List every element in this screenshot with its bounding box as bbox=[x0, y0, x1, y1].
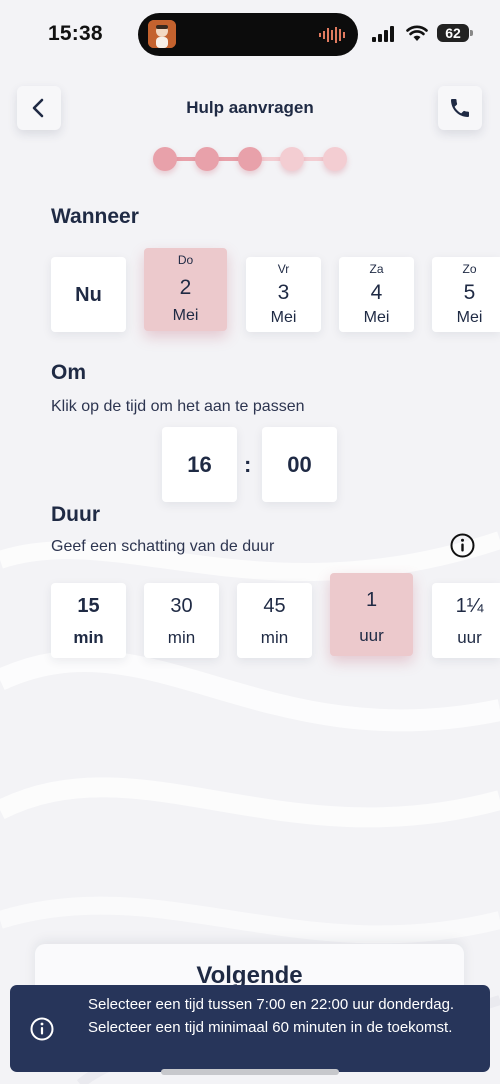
call-button[interactable] bbox=[438, 86, 482, 130]
audio-wave-icon bbox=[319, 27, 345, 43]
time-separator: : bbox=[244, 452, 252, 477]
date-weekday: Vr bbox=[277, 262, 290, 276]
duration-title: Duur bbox=[51, 503, 100, 526]
dynamic-island[interactable] bbox=[138, 13, 358, 56]
wifi-icon bbox=[406, 25, 428, 41]
duration-option[interactable]: 1 uur bbox=[330, 573, 413, 656]
progress-step bbox=[195, 147, 219, 171]
progress-step bbox=[280, 147, 304, 171]
date-month: Mei bbox=[172, 307, 199, 324]
duration-option[interactable]: 15 min bbox=[51, 583, 126, 658]
status-time: 15:38 bbox=[48, 22, 103, 45]
date-day: 5 bbox=[463, 281, 476, 304]
date-option[interactable]: Do 2 Mei bbox=[144, 248, 227, 331]
date-option[interactable]: Zo 5 Mei bbox=[432, 257, 500, 332]
duration-unit: uur bbox=[359, 626, 384, 645]
status-bar: 15:38 62 bbox=[0, 0, 500, 64]
info-icon bbox=[30, 1017, 54, 1041]
date-option-now[interactable]: Nu bbox=[51, 257, 126, 332]
info-toast[interactable]: Selecteer een tijd tussen 7:00 en 22:00 … bbox=[10, 985, 490, 1072]
progress-step bbox=[238, 147, 262, 171]
date-weekday: Zo bbox=[462, 262, 477, 276]
page-title: Hulp aanvragen bbox=[186, 98, 314, 117]
duration-unit: min bbox=[73, 628, 104, 647]
progress-step bbox=[323, 147, 347, 171]
date-option[interactable]: Vr 3 Mei bbox=[246, 257, 321, 332]
progress-step bbox=[153, 147, 177, 171]
duration-unit: uur bbox=[457, 628, 482, 647]
hour-field[interactable]: 16 bbox=[162, 427, 237, 502]
duration-unit: min bbox=[260, 628, 289, 647]
duration-subtitle: Geef een schatting van de duur bbox=[51, 538, 275, 555]
time-subtitle: Klik op de tijd om het aan te passen bbox=[51, 398, 305, 415]
toast-line: Selecteer een tijd tussen 7:00 en 22:00 … bbox=[88, 996, 455, 1013]
duration-option[interactable]: 45 min bbox=[237, 583, 312, 658]
date-weekday: Do bbox=[177, 253, 194, 267]
phone-icon bbox=[451, 99, 469, 117]
date-month: Mei bbox=[456, 309, 483, 326]
duration-value: 1 bbox=[365, 589, 378, 611]
date-day: 2 bbox=[179, 276, 192, 299]
date-weekday: Za bbox=[369, 262, 384, 276]
battery-icon: 62 bbox=[437, 22, 473, 44]
duration-option[interactable]: 1¼ uur bbox=[432, 583, 500, 658]
date-option[interactable]: Za 4 Mei bbox=[339, 257, 414, 332]
duration-value: 1¼ bbox=[455, 595, 484, 617]
duration-value: 45 bbox=[263, 595, 286, 617]
time-title: Om bbox=[51, 361, 87, 384]
battery-level: 62 bbox=[437, 24, 469, 42]
duration-value: 30 bbox=[170, 595, 193, 617]
date-now-label: Nu bbox=[75, 284, 102, 306]
home-indicator[interactable] bbox=[161, 1069, 339, 1075]
date-month: Mei bbox=[270, 309, 297, 326]
when-title: Wanneer bbox=[51, 205, 139, 228]
step-progress bbox=[153, 145, 347, 173]
signal-icon bbox=[372, 26, 394, 42]
toast-line: Selecteer een tijd minimaal 60 minuten i… bbox=[88, 1018, 453, 1036]
date-day: 3 bbox=[277, 281, 290, 304]
toast-message: Selecteer een tijd tussen 7:00 en 22:00 … bbox=[88, 994, 484, 1039]
next-button-label: Volgende bbox=[196, 962, 303, 989]
app-avatar-icon bbox=[148, 20, 176, 48]
minute-field[interactable]: 00 bbox=[262, 427, 337, 502]
duration-value: 15 bbox=[77, 595, 100, 617]
duration-unit: min bbox=[167, 628, 196, 647]
date-month: Mei bbox=[363, 309, 390, 326]
info-icon[interactable] bbox=[450, 533, 475, 558]
duration-option[interactable]: 30 min bbox=[144, 583, 219, 658]
date-day: 4 bbox=[370, 281, 383, 304]
